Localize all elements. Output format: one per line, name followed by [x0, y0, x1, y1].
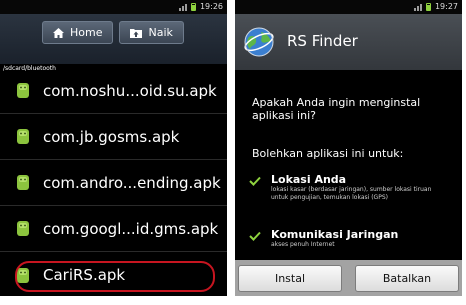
home-icon	[53, 27, 64, 38]
android-apk-icon	[17, 129, 29, 144]
file-name: CariRS.apk	[43, 266, 126, 284]
signal-icon	[413, 3, 422, 11]
cancel-button[interactable]: Batalkan	[355, 264, 459, 292]
android-apk-icon	[17, 175, 29, 190]
up-folder-label: Naik	[148, 26, 173, 39]
permission-description: lokasi kasar (berdasar jaringan), sumber…	[271, 186, 432, 201]
file-list: com.noshu...oid.su.apk com.jb.gosms.apk …	[0, 68, 227, 296]
permission-title: Lokasi Anda	[271, 173, 347, 186]
file-name: com.noshu...oid.su.apk	[43, 81, 217, 100]
status-time: 19:26	[199, 2, 223, 11]
app-globe-icon	[244, 27, 274, 57]
install-question: Apakah Anda ingin menginstal aplikasi in…	[252, 96, 421, 122]
file-name: com.jb.gosms.apk	[43, 127, 180, 146]
app-title: RS Finder	[287, 32, 358, 50]
file-item[interactable]: com.noshu...oid.su.apk	[0, 68, 227, 114]
status-bar: 19:26	[0, 0, 227, 14]
signal-icon	[178, 3, 187, 11]
permission-item[interactable]: Lokasi Anda lokasi kasar (berdasar jarin…	[249, 173, 441, 201]
nav-bar: Home Naik /sdcard/bluetooth	[0, 14, 227, 72]
status-bar: 19:27	[235, 0, 462, 14]
up-folder-button[interactable]: Naik	[119, 21, 184, 44]
permission-title: Komunikasi Jaringan	[271, 228, 399, 241]
permissions-heading: Bolehkan aplikasi ini untuk:	[252, 147, 404, 160]
check-icon	[249, 231, 261, 241]
file-item[interactable]: com.jb.gosms.apk	[0, 114, 227, 160]
permission-item[interactable]: Komunikasi Jaringan akses penuh Internet	[249, 228, 441, 249]
install-content: Apakah Anda ingin menginstal aplikasi in…	[235, 70, 462, 260]
file-name: com.googl...id.gms.apk	[43, 219, 219, 238]
app-header: RS Finder	[235, 14, 462, 71]
check-icon	[249, 176, 261, 186]
install-button[interactable]: Instal	[238, 264, 342, 292]
android-apk-icon	[17, 221, 29, 236]
android-apk-icon	[17, 267, 29, 283]
permission-description: akses penuh Internet	[271, 241, 335, 248]
file-browser-screen: 19:26 Home Naik /sdcard/bluetooth com.no…	[0, 0, 227, 296]
file-item[interactable]: com.andro...ending.apk	[0, 160, 227, 206]
android-apk-icon	[17, 83, 29, 98]
file-item-selected[interactable]: CariRS.apk	[0, 252, 227, 296]
battery-icon	[190, 3, 196, 11]
install-dialog-screen: 19:27 RS Finder Apakah Anda ingin mengin…	[235, 0, 462, 296]
home-button[interactable]: Home	[42, 21, 114, 44]
status-time: 19:27	[434, 2, 458, 11]
folder-up-icon	[130, 28, 143, 38]
file-item[interactable]: com.googl...id.gms.apk	[0, 206, 227, 252]
battery-icon	[425, 3, 431, 11]
dialog-button-bar: Instal Batalkan	[235, 260, 462, 296]
file-name: com.andro...ending.apk	[43, 173, 221, 192]
home-button-label: Home	[70, 26, 103, 39]
